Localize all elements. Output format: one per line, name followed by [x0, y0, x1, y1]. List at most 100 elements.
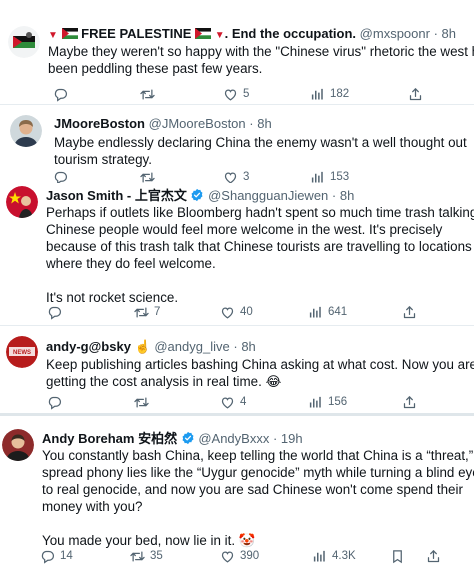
- avatar[interactable]: [2, 429, 34, 461]
- retweet-icon: [134, 395, 149, 410]
- view-count: 641: [328, 306, 348, 318]
- view-count: 4.3K: [332, 550, 356, 562]
- tweet-text-line: been peddling these past few years.: [48, 61, 263, 76]
- tweet-card[interactable]: JMooreBoston @JMooreBoston · 8h Maybe en…: [0, 105, 474, 181]
- handle[interactable]: @AndyBxxx: [198, 431, 269, 446]
- timestamp[interactable]: 8h: [442, 26, 456, 41]
- tweet-text-line: Maybe they weren't so happy with the "Ch…: [48, 44, 474, 59]
- retweet-button[interactable]: [140, 86, 160, 102]
- reply-icon: [47, 305, 62, 320]
- tweet-text-line: tourism strategy.: [54, 152, 152, 167]
- avatar[interactable]: NEWS: [6, 336, 38, 368]
- tweet-text: Perhaps if outlets like Bloomberg hadn't…: [46, 204, 474, 306]
- separator: [0, 325, 474, 326]
- tweet-text: Maybe they weren't so happy with the "Ch…: [48, 43, 474, 77]
- action-bar: 4 156: [42, 394, 462, 410]
- timestamp[interactable]: 8h: [257, 116, 271, 131]
- heart-icon: [220, 549, 235, 564]
- bookmark-icon: [393, 549, 402, 563]
- share-button[interactable]: [426, 548, 441, 564]
- heart-icon: [220, 395, 235, 410]
- reply-icon: [53, 87, 68, 102]
- heart-icon: [223, 87, 238, 102]
- share-button[interactable]: [408, 86, 423, 102]
- views-icon: [308, 305, 323, 320]
- timestamp[interactable]: 19h: [281, 431, 303, 446]
- retweet-button[interactable]: 35: [130, 548, 163, 564]
- display-name[interactable]: Andy Boreham 安柏然: [42, 431, 177, 446]
- like-button[interactable]: 5: [223, 86, 249, 102]
- display-name-suffix: . End the occupation.: [224, 26, 357, 41]
- display-name[interactable]: FREE PALESTINE: [81, 26, 191, 41]
- like-count: 4: [240, 396, 247, 408]
- heart-icon: [220, 305, 235, 320]
- avatar-image: [2, 429, 34, 461]
- reply-button[interactable]: [47, 304, 67, 320]
- avatar[interactable]: [6, 186, 38, 218]
- tweet-header: Jason Smith - 上官杰文 @ShangguanJiewen · 8h: [46, 188, 355, 203]
- share-icon: [402, 395, 417, 410]
- action-bar: 14 35 390 4.3K: [38, 548, 468, 564]
- reply-button[interactable]: 14: [40, 548, 73, 564]
- pointing-up-emoji: ☝️: [134, 339, 151, 354]
- bookmark-button[interactable]: [390, 548, 405, 564]
- verified-badge-icon: [181, 431, 195, 445]
- avatar[interactable]: [10, 115, 42, 147]
- tweet-text-line: Maybe endlessly declaring China the enem…: [54, 135, 467, 150]
- retweet-button[interactable]: 7: [134, 304, 160, 320]
- like-count: 390: [240, 550, 260, 562]
- red-triangle-icon: ▼: [214, 30, 225, 41]
- views-button[interactable]: 4.3K: [312, 548, 356, 564]
- view-count: 182: [330, 88, 350, 100]
- avatar[interactable]: [8, 26, 40, 58]
- avatar-image: NEWS: [6, 336, 38, 368]
- tweet-text-line: You made your bed, now lie in it. 🤡: [42, 533, 256, 548]
- palestine-flag-icon: [195, 26, 212, 39]
- tweet-text-line: because of this trash talk that Chinese …: [46, 239, 472, 254]
- tweet-card[interactable]: Jason Smith - 上官杰文 @ShangguanJiewen · 8h…: [0, 183, 474, 323]
- section-divider: [0, 413, 474, 416]
- handle[interactable]: @andyg_live: [154, 339, 229, 354]
- svg-text:NEWS: NEWS: [13, 350, 31, 356]
- tweet-text: Maybe endlessly declaring China the enem…: [54, 134, 467, 168]
- share-button[interactable]: [402, 394, 417, 410]
- tweet-text-line: Keep publishing articles bashing China a…: [46, 357, 474, 372]
- avatar-image: [8, 26, 40, 58]
- views-icon: [308, 395, 323, 410]
- like-button[interactable]: 40: [220, 304, 253, 320]
- reply-button[interactable]: [53, 86, 73, 102]
- views-button[interactable]: 156: [308, 394, 347, 410]
- tweet-text-line: getting the cost analysis in real time. …: [46, 374, 282, 389]
- retweet-icon: [140, 87, 155, 102]
- handle[interactable]: @mxspoonr: [360, 26, 430, 41]
- like-count: 5: [243, 88, 250, 100]
- avatar-image: [10, 115, 42, 147]
- tweet-card[interactable]: Andy Boreham 安柏然 @AndyBxxx · 19h You con…: [0, 418, 474, 560]
- views-button[interactable]: 182: [310, 86, 349, 102]
- display-name[interactable]: JMooreBoston: [54, 116, 145, 131]
- display-name[interactable]: Jason Smith - 上官杰文: [46, 188, 187, 203]
- action-bar: 7 40 641: [42, 304, 462, 320]
- retweet-icon: [134, 305, 149, 320]
- timestamp[interactable]: 8h: [241, 339, 255, 354]
- share-icon: [408, 87, 423, 102]
- view-count: 153: [330, 171, 350, 183]
- views-button[interactable]: 641: [308, 304, 347, 320]
- tweet-card[interactable]: ▼ FREE PALESTINE ▼. End the occupation. …: [0, 12, 474, 104]
- reply-icon: [40, 549, 55, 564]
- handle[interactable]: @ShangguanJiewen: [208, 188, 328, 203]
- tweet-text-line: spread phony lies like the “Uygur genoci…: [42, 465, 474, 480]
- like-button[interactable]: 4: [220, 394, 246, 410]
- action-bar: 5 182: [48, 86, 468, 102]
- reply-button[interactable]: [47, 394, 67, 410]
- display-name[interactable]: andy-g@bsky: [46, 339, 131, 354]
- like-button[interactable]: 390: [220, 548, 259, 564]
- tweet-text-line: money with you?: [42, 499, 143, 514]
- reply-icon: [47, 395, 62, 410]
- tweet-card[interactable]: NEWS andy-g@bsky ☝️ @andyg_live · 8h Kee…: [0, 333, 474, 413]
- like-count: 40: [240, 306, 253, 318]
- retweet-button[interactable]: [134, 394, 154, 410]
- handle[interactable]: @JMooreBoston: [149, 116, 246, 131]
- timestamp[interactable]: 8h: [340, 188, 354, 203]
- share-button[interactable]: [402, 304, 417, 320]
